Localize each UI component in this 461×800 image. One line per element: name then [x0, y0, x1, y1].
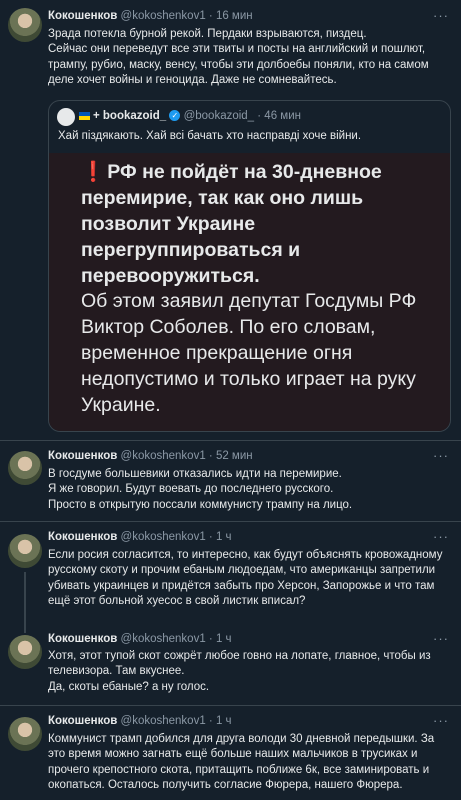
timestamp[interactable]: · 1 ч: [209, 715, 232, 727]
tweet-text: Хотя, этот тупой скот сожрёт любое говно…: [48, 650, 431, 693]
quote-display-name: + bookazoid_: [93, 110, 167, 122]
more-options-icon[interactable]: ···: [433, 448, 449, 463]
thread-line: [24, 625, 26, 633]
tweet-header: Кокошенков @kokoshenkov1 · 1 ч: [48, 715, 232, 727]
quote-avatar: [57, 108, 75, 126]
timestamp[interactable]: · 1 ч: [209, 531, 232, 543]
tweet-text: В госдуме большевики отказались идти на …: [48, 468, 353, 511]
timestamp[interactable]: · 52 мин: [209, 450, 253, 462]
tweet-header: Кокошенков @kokoshenkov1 · 52 мин: [48, 450, 253, 462]
handle[interactable]: @kokoshenkov1: [121, 450, 206, 462]
exclamation-icon: ❗: [81, 161, 106, 183]
quote-image[interactable]: ❗ РФ не пойдёт на 30-дневное перемирие, т…: [49, 153, 450, 431]
tweet-5[interactable]: Кокошенков @kokoshenkov1 · 1 ч ··· Комму…: [0, 705, 461, 800]
avatar[interactable]: [8, 717, 42, 751]
display-name[interactable]: Кокошенков: [48, 633, 117, 645]
quote-header: + bookazoid_ ✓ @bookazoid_ · 46 мин: [79, 110, 301, 122]
timestamp[interactable]: · 1 ч: [209, 633, 232, 645]
more-options-icon[interactable]: ···: [433, 713, 449, 728]
more-options-icon[interactable]: ···: [433, 529, 449, 544]
quote-text: Хай пiздякають. Хай всi бачать хто наспр…: [58, 130, 362, 142]
tweet-header: Кокошенков @kokoshenkov1 · 1 ч: [48, 531, 232, 543]
display-name[interactable]: Кокошенков: [48, 10, 117, 22]
tweet-header: Кокошенков @kokoshenkov1 · 16 мин: [48, 10, 253, 22]
avatar[interactable]: [8, 635, 42, 669]
tweet-text: Если росия согласится, то интересно, как…: [48, 549, 443, 608]
tweet-3[interactable]: Кокошенков @kokoshenkov1 · 1 ч ··· Если …: [0, 521, 461, 625]
image-headline: ❗ РФ не пойдёт на 30-дневное перемирие, т…: [81, 159, 421, 289]
verified-icon: ✓: [169, 110, 181, 122]
tweet-text: Зрада потекла бурной рекой. Пердаки взры…: [48, 28, 429, 87]
handle[interactable]: @kokoshenkov1: [121, 10, 206, 22]
timestamp[interactable]: · 16 мин: [209, 10, 253, 22]
more-options-icon[interactable]: ···: [433, 8, 449, 23]
quote-timestamp: · 46 мин: [257, 110, 301, 122]
tweet-1[interactable]: Кокошенков @kokoshenkov1 · 16 мин ··· Зр…: [0, 0, 461, 441]
handle[interactable]: @kokoshenkov1: [121, 531, 206, 543]
more-options-icon[interactable]: ···: [433, 631, 449, 646]
tweet-2[interactable]: Кокошенков @kokoshenkov1 · 52 мин ··· В …: [0, 440, 461, 522]
thread-line: [24, 572, 26, 625]
handle[interactable]: @kokoshenkov1: [121, 715, 206, 727]
quote-handle: @bookazoid_: [183, 110, 255, 122]
avatar[interactable]: [8, 534, 42, 568]
display-name[interactable]: Кокошенков: [48, 715, 117, 727]
tweet-4[interactable]: Кокошенков @kokoshenkov1 · 1 ч ··· Хотя,…: [0, 625, 461, 706]
image-headline-text: РФ не пойдёт на 30-дневное перемирие, та…: [81, 161, 382, 287]
display-name[interactable]: Кокошенков: [48, 450, 117, 462]
avatar[interactable]: [8, 8, 42, 42]
quoted-tweet[interactable]: + bookazoid_ ✓ @bookazoid_ · 46 мин Хай …: [48, 100, 451, 432]
tweet-header: Кокошенков @kokoshenkov1 · 1 ч: [48, 633, 232, 645]
display-name[interactable]: Кокошенков: [48, 531, 117, 543]
handle[interactable]: @kokoshenkov1: [121, 633, 206, 645]
tweet-text: Коммунист трамп добился для друга володи…: [48, 733, 435, 792]
ukraine-flag-icon: [79, 111, 90, 120]
avatar[interactable]: [8, 451, 42, 485]
image-body: Об этом заявил депутат Госдумы РФ Виктор…: [81, 290, 417, 416]
